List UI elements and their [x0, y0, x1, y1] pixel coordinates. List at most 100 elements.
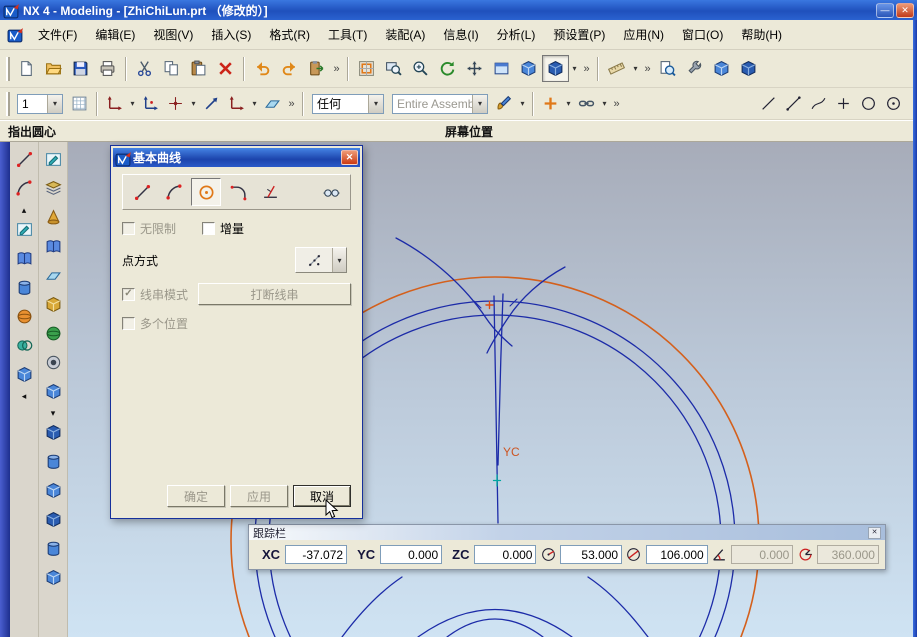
paste-button[interactable]	[185, 55, 212, 82]
link-dropdown[interactable]: ▾	[599, 99, 610, 108]
line-tool-button[interactable]	[756, 91, 781, 116]
wcs-dropdown[interactable]: ▾	[127, 99, 138, 108]
increment-checkbox[interactable]: 增量	[202, 220, 244, 237]
line-mode-button[interactable]	[127, 178, 157, 206]
interpart-link-button[interactable]	[574, 91, 599, 116]
trim-mode-button[interactable]	[255, 178, 285, 206]
zoom-in-out-button[interactable]	[407, 55, 434, 82]
csys-constructor-button[interactable]	[224, 91, 249, 116]
xc-input[interactable]	[285, 545, 347, 564]
shaded-display-button[interactable]	[515, 55, 542, 82]
zoom-document-button[interactable]	[654, 55, 681, 82]
close-button[interactable]: ✕	[896, 3, 914, 18]
fit-view-button[interactable]	[353, 55, 380, 82]
refresh-view-button[interactable]	[434, 55, 461, 82]
toolbar-more-down[interactable]: ▾	[39, 408, 67, 418]
overflow-chevron[interactable]: »	[330, 63, 343, 75]
measure-dropdown[interactable]: ▾	[630, 64, 641, 73]
pad-button[interactable]	[40, 535, 66, 561]
sphere-feature-button[interactable]	[40, 320, 66, 346]
sphere-button[interactable]	[11, 303, 37, 329]
print-button[interactable]	[94, 55, 121, 82]
vector-constructor-button[interactable]	[199, 91, 224, 116]
layer-settings-button[interactable]	[67, 91, 92, 116]
point-dialog-button[interactable]	[316, 178, 346, 206]
menu-application[interactable]: 应用(N)	[614, 22, 673, 47]
type-filter-combo[interactable]: 任何 ▾	[312, 94, 384, 114]
menu-insert[interactable]: 插入(S)	[202, 22, 260, 47]
arc-button[interactable]	[11, 175, 37, 201]
menu-analysis[interactable]: 分析(L)	[488, 22, 545, 47]
overflow-chevron[interactable]: »	[285, 98, 298, 110]
highlight-dropdown[interactable]: ▾	[517, 99, 528, 108]
display-mode-dropdown[interactable]: ▾	[569, 64, 580, 73]
minimize-button[interactable]: —	[876, 3, 894, 18]
snap-point-button[interactable]	[138, 91, 163, 116]
menu-preferences[interactable]: 预设置(P)	[544, 22, 614, 47]
pan-view-button[interactable]	[461, 55, 488, 82]
extrude-button[interactable]	[40, 378, 66, 404]
block-button[interactable]	[11, 361, 37, 387]
copy-button[interactable]	[158, 55, 185, 82]
new-button[interactable]	[13, 55, 40, 82]
checkbox-box[interactable]	[202, 222, 215, 235]
diameter-input[interactable]	[646, 545, 708, 564]
selection-dropdown[interactable]: ▾	[563, 99, 574, 108]
chevron-down-icon[interactable]: ▾	[368, 95, 383, 113]
cone-button[interactable]	[40, 204, 66, 230]
toolbar-handle[interactable]	[6, 92, 10, 116]
menu-tools[interactable]: 工具(T)	[319, 22, 376, 47]
toolbar-handle[interactable]	[6, 57, 10, 81]
groove-button[interactable]	[40, 564, 66, 590]
chevron-down-icon[interactable]: ▾	[332, 248, 346, 272]
menu-view[interactable]: 视图(V)	[144, 22, 202, 47]
orient-view-button[interactable]	[708, 55, 735, 82]
tracking-bar-title-strip[interactable]: 跟踪栏 ✕	[249, 525, 885, 540]
cancel-button[interactable]: 取消	[293, 485, 351, 507]
collapse-button[interactable]: ◂	[10, 391, 38, 401]
point-tool-button[interactable]	[831, 91, 856, 116]
plane-constructor-button[interactable]	[260, 91, 285, 116]
book-button[interactable]	[40, 233, 66, 259]
chevron-down-icon[interactable]: ▾	[47, 95, 62, 113]
revolve-button[interactable]	[40, 419, 66, 445]
boss-button[interactable]	[40, 477, 66, 503]
circle-center-tool-button[interactable]	[881, 91, 906, 116]
pocket-button[interactable]	[40, 506, 66, 532]
layers-button[interactable]	[40, 175, 66, 201]
sketch-feature-button[interactable]	[40, 146, 66, 172]
boolean-button[interactable]	[11, 332, 37, 358]
layer-combo[interactable]: 1 ▾	[17, 94, 63, 114]
cylinder-feature-button[interactable]	[40, 448, 66, 474]
circle-tool-button[interactable]	[856, 91, 881, 116]
menu-window[interactable]: 窗口(O)	[673, 22, 732, 47]
point-constructor-button[interactable]	[163, 91, 188, 116]
datum-plane-button[interactable]	[40, 262, 66, 288]
menu-assemblies[interactable]: 装配(A)	[376, 22, 434, 47]
tracking-close-button[interactable]: ✕	[868, 527, 881, 539]
zoom-window-button[interactable]	[380, 55, 407, 82]
highlight-button[interactable]	[492, 91, 517, 116]
display-mode-button[interactable]	[542, 55, 569, 82]
redo-button[interactable]	[276, 55, 303, 82]
line-button[interactable]	[11, 146, 37, 172]
radius-input[interactable]	[560, 545, 622, 564]
circle-mode-button[interactable]	[191, 178, 221, 206]
sketch-button[interactable]	[11, 216, 37, 242]
menu-edit[interactable]: 编辑(E)	[86, 22, 144, 47]
menu-file[interactable]: 文件(F)	[29, 22, 86, 47]
display-options-button[interactable]	[735, 55, 762, 82]
save-button[interactable]	[67, 55, 94, 82]
zc-input[interactable]	[474, 545, 536, 564]
menu-information[interactable]: 信息(I)	[434, 22, 487, 47]
csys-dropdown[interactable]: ▾	[249, 99, 260, 108]
view-window-button[interactable]	[488, 55, 515, 82]
yc-input[interactable]	[380, 545, 442, 564]
dialog-title-bar[interactable]: 基本曲线 ✕	[113, 148, 360, 167]
fillet-mode-button[interactable]	[223, 178, 253, 206]
spline-tool-button[interactable]	[806, 91, 831, 116]
curve-book-button[interactable]	[11, 245, 37, 271]
add-to-selection-button[interactable]	[538, 91, 563, 116]
point-dropdown[interactable]: ▾	[188, 99, 199, 108]
open-button[interactable]	[40, 55, 67, 82]
